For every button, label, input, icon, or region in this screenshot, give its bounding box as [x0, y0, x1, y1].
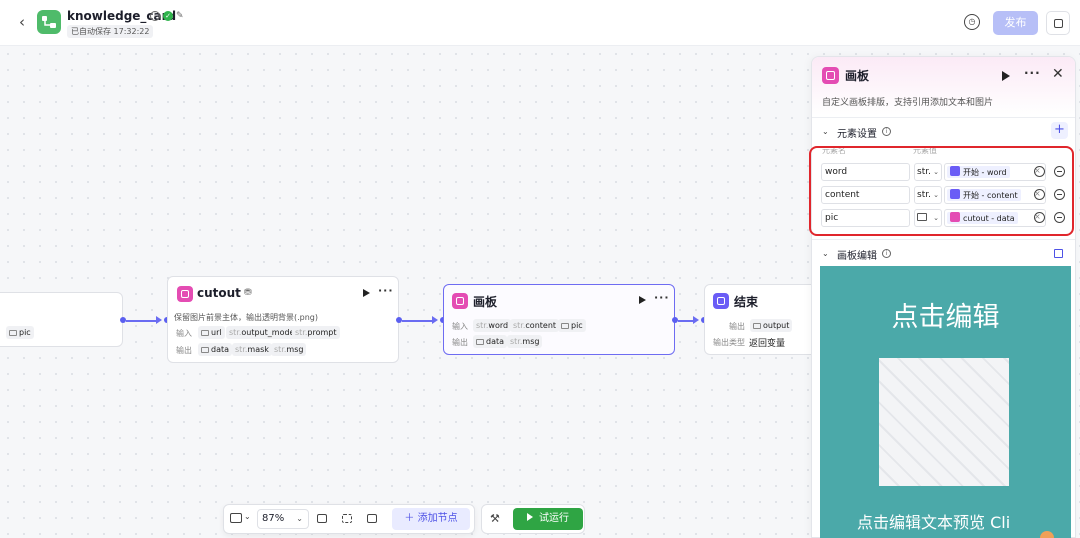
output-tag: str.mask: [232, 343, 272, 356]
canvas-toolbar: ⌄ 87% ⌄ ＋ 添加节点: [223, 504, 475, 534]
canvas-preview[interactable]: 点击编辑 点击编辑文本预览 Cli: [820, 266, 1071, 538]
input-tag: str.content: [510, 319, 560, 332]
run-node-icon[interactable]: [639, 296, 646, 304]
image-icon: [476, 339, 484, 345]
image-icon: [753, 323, 761, 329]
output-label: 输出: [729, 322, 745, 331]
panel-description: 自定义画板排版，支持引用添加文本和图片: [822, 98, 994, 108]
cutout-node-icon: [177, 286, 193, 302]
layout-grid-icon[interactable]: [342, 514, 352, 523]
end-node-icon: [713, 293, 729, 309]
publish-button[interactable]: 发布: [993, 11, 1038, 35]
image-icon: [201, 330, 209, 336]
more-icon[interactable]: ···: [378, 284, 394, 297]
output-tag: output: [750, 319, 793, 332]
output-type-label: 输出类型: [713, 338, 745, 347]
info-icon[interactable]: i: [882, 249, 891, 258]
output-tag: data: [198, 343, 233, 356]
image-icon: [9, 330, 17, 336]
preview-title[interactable]: 点击编辑: [820, 295, 1071, 334]
expand-icon[interactable]: [1054, 249, 1063, 258]
node-title: 结束: [734, 295, 759, 309]
output-label: 输出: [176, 346, 192, 355]
output-tag: str.msg: [507, 335, 543, 348]
input-tag: str.output_mode: [226, 326, 298, 339]
minimap-icon[interactable]: [230, 513, 242, 523]
input-tag: pic: [558, 319, 586, 332]
cutout-node[interactable]: cutout ⛃ ··· 保留图片前景主体，输出透明背景(.png) 输入 ur…: [167, 276, 399, 363]
info-icon[interactable]: i: [150, 11, 160, 21]
input-label: 输入: [176, 329, 192, 338]
node-title: 画板: [473, 295, 498, 309]
elements-section-title[interactable]: 元素设置: [837, 125, 877, 140]
input-tag: str.word: [473, 319, 512, 332]
image-icon: [561, 323, 569, 329]
input-label: 输入: [452, 322, 468, 331]
chevron-down-icon[interactable]: ⌄: [822, 249, 829, 258]
run-toolbar: ⚒ 试运行: [481, 504, 585, 534]
edge-arrow: [156, 316, 162, 324]
output-label: 输出: [452, 338, 468, 347]
canvas-node-icon: [452, 293, 468, 309]
back-arrow-icon[interactable]: ‹: [14, 13, 30, 31]
add-node-button[interactable]: ＋ 添加节点: [392, 508, 470, 530]
output-type-value: 返回变量: [749, 339, 786, 349]
image-placeholder: [879, 358, 1009, 486]
panel-title: 画板: [845, 69, 870, 83]
app-logo-icon: [37, 10, 61, 34]
image-icon: [201, 347, 209, 353]
preview-subtitle[interactable]: 点击编辑文本预览 Cli: [857, 509, 1010, 533]
node-description: 保留图片前景主体，输出透明背景(.png): [174, 313, 319, 322]
fit-view-icon[interactable]: [367, 514, 377, 523]
chevron-down-icon[interactable]: ⌄: [822, 127, 829, 136]
output-tag: pic: [6, 326, 34, 339]
edge-line: [126, 320, 156, 322]
comment-icon[interactable]: [317, 514, 327, 523]
edge-arrow: [432, 316, 438, 324]
wrench-icon[interactable]: ⚒: [490, 512, 500, 525]
node-title: cutout: [197, 286, 241, 300]
edit-icon[interactable]: ✎: [176, 11, 186, 21]
run-node-icon[interactable]: [363, 289, 370, 297]
chevron-down-icon[interactable]: ⌄: [244, 512, 251, 521]
history-icon[interactable]: ◷: [964, 14, 980, 30]
copy-icon[interactable]: [1046, 11, 1070, 35]
info-icon[interactable]: i: [882, 127, 891, 136]
output-tag: str.msg: [271, 343, 307, 356]
test-run-button[interactable]: 试运行: [513, 508, 583, 530]
zoom-select[interactable]: 87% ⌄: [257, 509, 309, 529]
editor-section-title[interactable]: 画板编辑: [837, 247, 877, 262]
input-tag: str.prompt: [292, 326, 340, 339]
status-check-icon: ✓: [163, 11, 173, 21]
elements-highlight-box: [809, 146, 1074, 236]
edge-line: [402, 320, 432, 322]
more-icon[interactable]: ···: [1024, 66, 1041, 80]
start-node[interactable]: pic: [0, 292, 123, 347]
run-icon[interactable]: [1002, 71, 1010, 81]
add-element-button[interactable]: +: [1051, 122, 1068, 139]
edge-arrow: [693, 316, 699, 324]
cutout-badge-icon: ⛃: [244, 288, 252, 298]
output-tag: data: [473, 335, 508, 348]
edge-line: [678, 320, 693, 322]
canvas-node[interactable]: 画板 ··· 输入 str.word str.content pic 输出 da…: [443, 284, 675, 355]
canvas-node-icon: [822, 67, 839, 84]
more-icon[interactable]: ···: [654, 291, 670, 304]
avatar: [1040, 531, 1054, 538]
top-bar: ‹ knowledge_card i ✓ ✎ 已自动保存 17:32:22 ◷ …: [0, 0, 1080, 46]
input-tag: url: [198, 326, 225, 339]
close-icon[interactable]: ✕: [1052, 66, 1064, 82]
autosave-status: 已自动保存 17:32:22: [67, 25, 154, 38]
end-node[interactable]: 结束 输出 output 输出类型 返回变量: [704, 284, 824, 355]
